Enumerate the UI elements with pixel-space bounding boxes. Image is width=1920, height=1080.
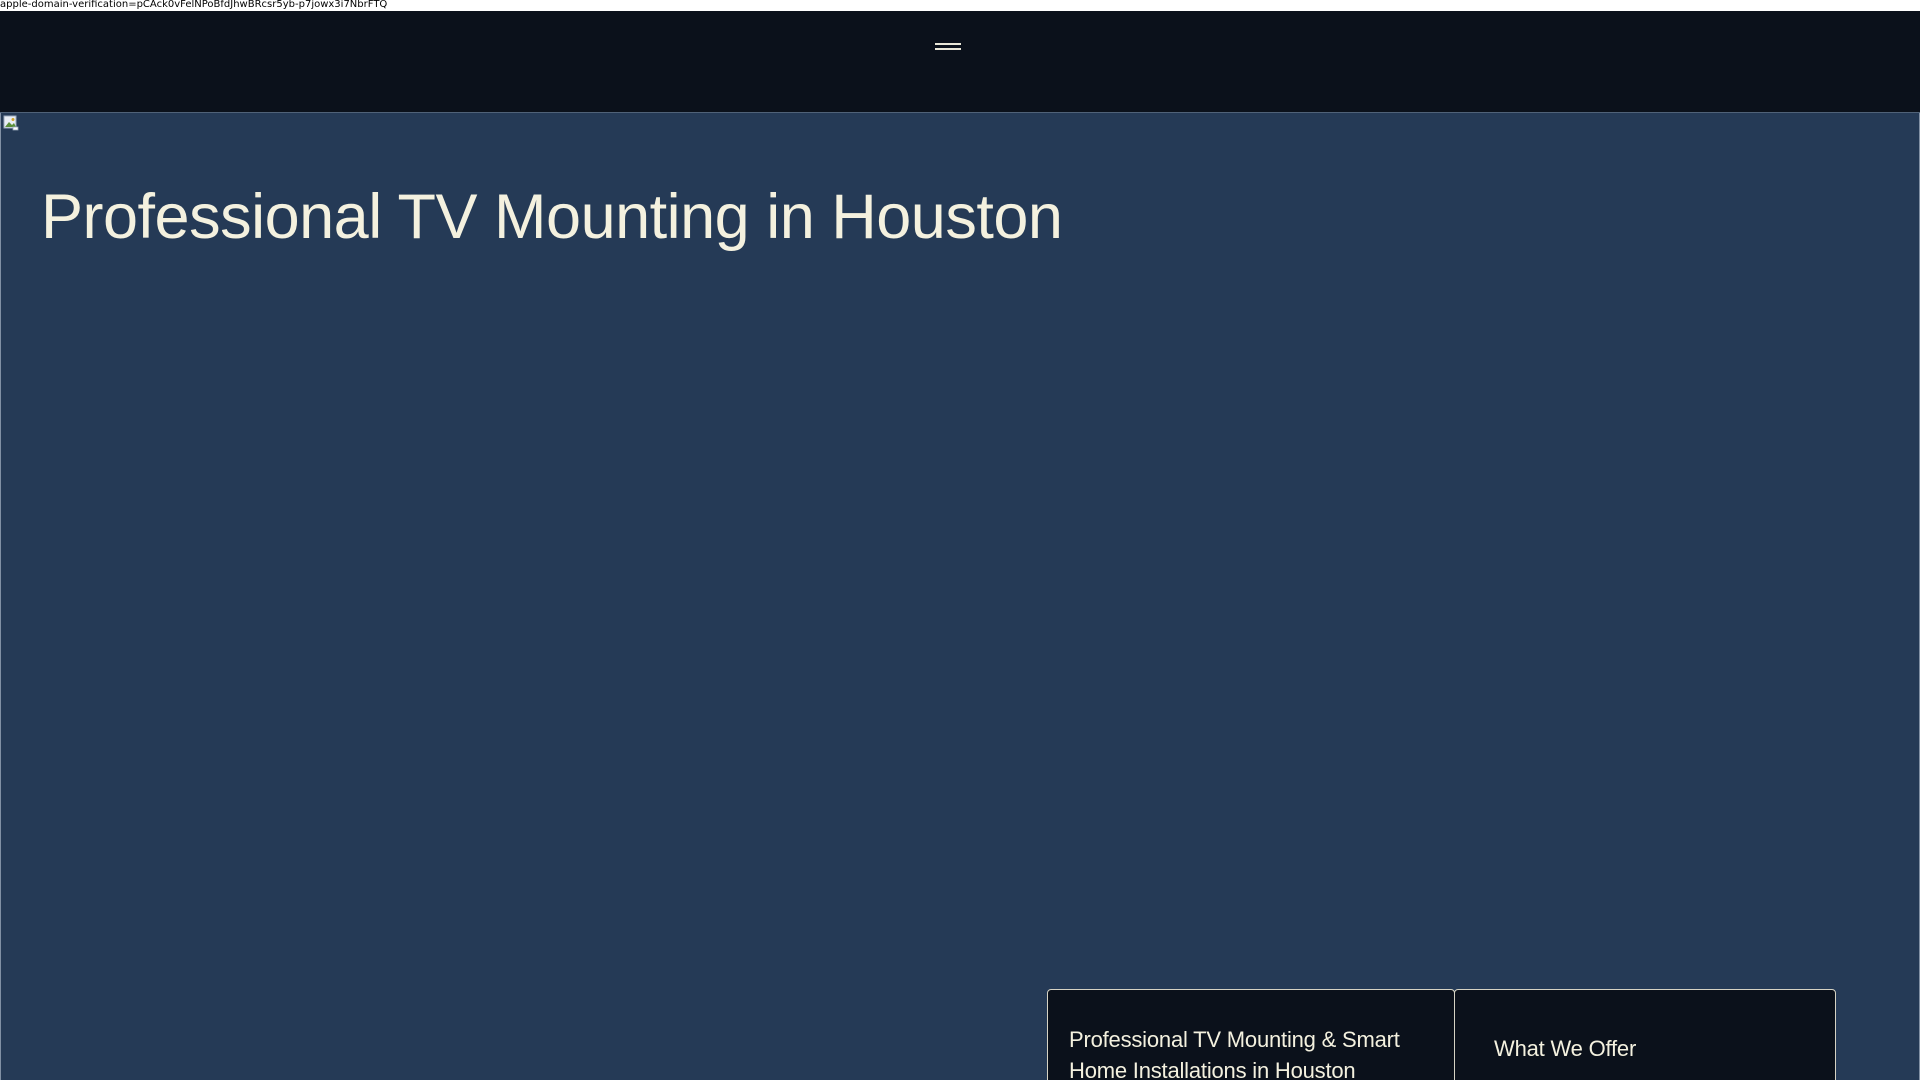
intro-card-title: Professional TV Mounting & Smart Home In… xyxy=(1069,1027,1400,1080)
menu-button[interactable] xyxy=(935,40,963,52)
hamburger-menu-icon xyxy=(935,43,961,45)
hero-section: Professional TV Mounting in Houston Prof… xyxy=(0,113,1920,1080)
offer-card-title: What We Offer xyxy=(1494,1036,1637,1061)
page-title: Professional TV Mounting in Houston xyxy=(41,182,1063,252)
hamburger-menu-icon-line xyxy=(935,48,961,50)
offer-card: What We Offer xyxy=(1454,989,1836,1080)
apple-domain-verification-text: apple-domain-verification=pCAck0vFelNPoB… xyxy=(0,0,1920,11)
site-header xyxy=(0,11,1920,113)
broken-image-icon xyxy=(3,115,19,131)
intro-card: Professional TV Mounting & Smart Home In… xyxy=(1047,989,1455,1080)
